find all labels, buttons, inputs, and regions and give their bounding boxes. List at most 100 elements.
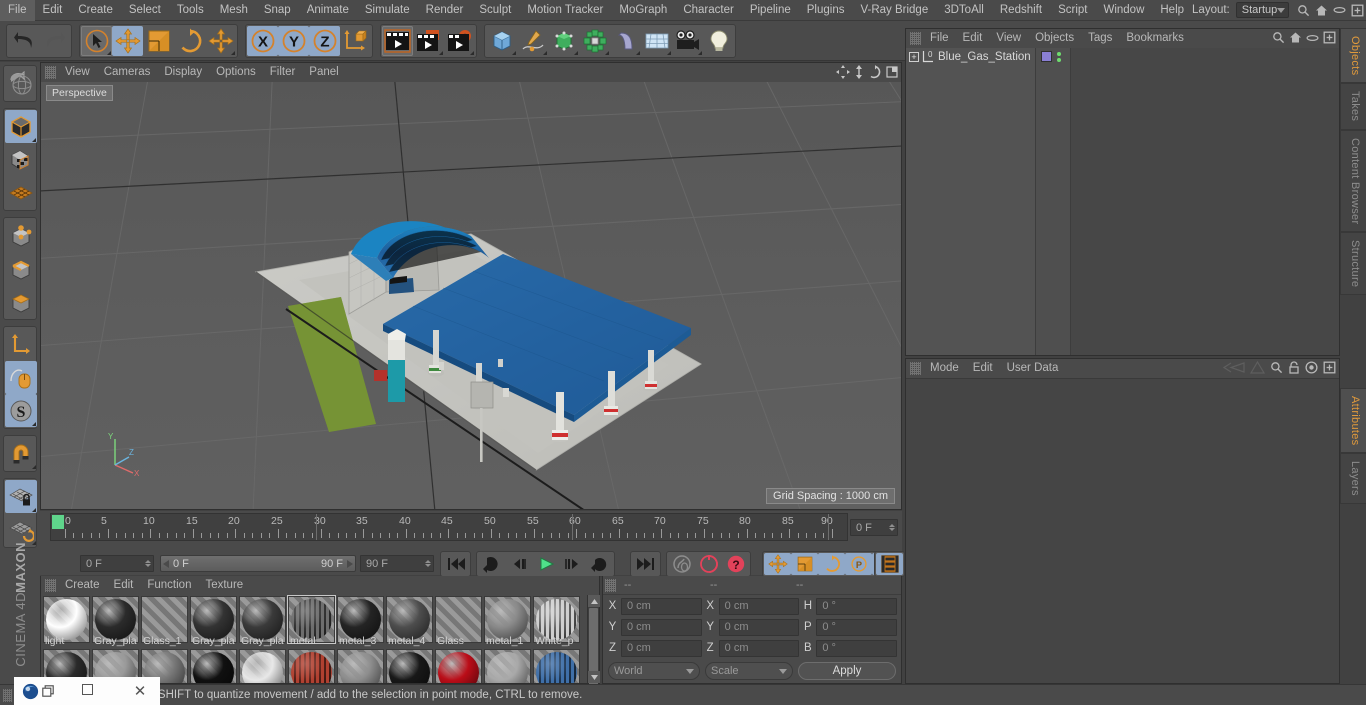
material-cell[interactable]: metal_4 bbox=[386, 596, 435, 648]
record-active-objects-button[interactable] bbox=[668, 553, 695, 575]
camera-button[interactable] bbox=[672, 26, 703, 56]
menu-item-help[interactable]: Help bbox=[1152, 0, 1192, 21]
attributes-menu-user-data[interactable]: User Data bbox=[1000, 359, 1066, 378]
material-cell[interactable] bbox=[239, 649, 288, 683]
workplane-button[interactable]: S bbox=[5, 394, 37, 427]
undo-button[interactable] bbox=[8, 26, 39, 56]
viewport-menu-options[interactable]: Options bbox=[209, 63, 263, 82]
pill-icon[interactable] bbox=[1306, 33, 1319, 43]
previous-frame-button[interactable] bbox=[505, 553, 532, 575]
scroll-down-icon[interactable] bbox=[588, 671, 600, 683]
bend-deformer-button[interactable] bbox=[610, 26, 641, 56]
material-grid[interactable]: light Gray_pla Glass_1 Gray_pla Gray_pla meta… bbox=[41, 595, 587, 683]
menu-item-character[interactable]: Character bbox=[675, 0, 742, 21]
texture-mode-button[interactable] bbox=[5, 143, 37, 176]
panel-grip-icon[interactable] bbox=[910, 362, 921, 375]
panel-grip-icon[interactable] bbox=[45, 66, 56, 79]
tab-layers[interactable]: Layers bbox=[1340, 453, 1366, 505]
material-cell[interactable]: Gray_pla bbox=[92, 596, 141, 648]
material-cell[interactable]: metal_1 bbox=[484, 596, 533, 648]
stepper-arrows-icon[interactable] bbox=[145, 560, 151, 567]
play-forwards-button[interactable] bbox=[532, 553, 559, 575]
current-frame-field-right[interactable]: 0 F bbox=[850, 519, 898, 536]
material-cell[interactable]: light bbox=[43, 596, 92, 648]
menu-item-window[interactable]: Window bbox=[1095, 0, 1152, 21]
material-cell[interactable] bbox=[435, 649, 484, 683]
redo-button[interactable] bbox=[39, 26, 70, 56]
move-tool-button[interactable] bbox=[112, 25, 143, 56]
menu-item-redshift[interactable]: Redshift bbox=[992, 0, 1050, 21]
edges-mode-button[interactable] bbox=[5, 252, 37, 285]
range-right-arrow-icon[interactable] bbox=[347, 559, 353, 568]
material-menu-function[interactable]: Function bbox=[140, 576, 198, 595]
keyframe-selection-button[interactable]: ? bbox=[722, 553, 749, 575]
enable-snapping-button[interactable] bbox=[5, 437, 37, 470]
material-cell[interactable] bbox=[337, 649, 386, 683]
object-tree-name-column[interactable]: + 0 Blue_Gas_Station bbox=[906, 48, 1036, 355]
rot-p-field[interactable]: 0 ° bbox=[816, 618, 898, 636]
material-cell[interactable]: metal bbox=[287, 595, 337, 648]
object-menu-edit[interactable]: Edit bbox=[956, 29, 990, 48]
restore-window-icon[interactable] bbox=[42, 685, 54, 697]
material-cell[interactable]: Gray_pla bbox=[190, 596, 239, 648]
viewport-3d-scene[interactable] bbox=[41, 82, 901, 509]
coordinate-system-dropdown[interactable]: World bbox=[608, 662, 700, 680]
move-alt-tool-button[interactable] bbox=[205, 26, 236, 56]
stepper-arrows-icon[interactable] bbox=[889, 524, 895, 531]
pill-icon[interactable] bbox=[1333, 5, 1346, 15]
editor-visibility-dot[interactable] bbox=[1057, 51, 1061, 56]
timeline-playhead[interactable] bbox=[52, 515, 64, 529]
viewport-canvas[interactable]: Perspective Grid Spacing : 1000 cm Y X Z bbox=[41, 82, 901, 509]
pos-z-field[interactable]: 0 cm bbox=[621, 639, 702, 657]
size-mode-dropdown[interactable]: Scale bbox=[705, 662, 793, 680]
next-attr-icon[interactable] bbox=[1250, 361, 1265, 374]
y-axis-lock-button[interactable]: Y bbox=[278, 25, 309, 56]
attributes-menu-edit[interactable]: Edit bbox=[966, 359, 1000, 378]
new-window-icon[interactable] bbox=[1323, 31, 1336, 44]
lock-icon[interactable] bbox=[1288, 361, 1300, 374]
material-cell[interactable]: Gray_pla bbox=[239, 596, 288, 648]
render-view-button[interactable] bbox=[382, 25, 413, 56]
current-frame-field-left[interactable]: 0 F bbox=[80, 555, 154, 572]
size-y-field[interactable]: 0 cm bbox=[718, 618, 800, 636]
menu-item-snap[interactable]: Snap bbox=[256, 0, 299, 21]
object-menu-tags[interactable]: Tags bbox=[1081, 29, 1119, 48]
search-icon[interactable] bbox=[1272, 31, 1285, 44]
rotate-tool-button[interactable] bbox=[174, 26, 205, 56]
floor-environment-button[interactable] bbox=[641, 26, 672, 56]
tab-objects[interactable]: Objects bbox=[1340, 28, 1366, 84]
viewport-solo-button[interactable] bbox=[5, 361, 37, 394]
timeline-ruler[interactable]: 0 5 10 15 20 25 30 35 40 45 50 55 60 65 … bbox=[50, 513, 848, 541]
mograph-cloner-button[interactable] bbox=[579, 26, 610, 56]
search-icon[interactable] bbox=[1270, 361, 1283, 374]
rotate-camera-icon[interactable] bbox=[868, 65, 882, 79]
scale-tool-button[interactable] bbox=[143, 26, 174, 56]
enable-axis-modification-button[interactable] bbox=[5, 328, 37, 361]
pos-x-field[interactable]: 0 cm bbox=[621, 597, 702, 615]
object-menu-file[interactable]: File bbox=[923, 29, 956, 48]
pos-y-field[interactable]: 0 cm bbox=[621, 618, 702, 636]
render-visibility-dot[interactable] bbox=[1057, 57, 1061, 62]
object-menu-view[interactable]: View bbox=[989, 29, 1028, 48]
menu-item-script[interactable]: Script bbox=[1050, 0, 1095, 21]
home-icon[interactable] bbox=[1289, 31, 1302, 44]
object-menu-bookmarks[interactable]: Bookmarks bbox=[1119, 29, 1191, 48]
material-menu-edit[interactable]: Edit bbox=[107, 576, 141, 595]
object-tree-row[interactable]: + 0 Blue_Gas_Station bbox=[906, 48, 1035, 65]
material-menu-texture[interactable]: Texture bbox=[198, 576, 250, 595]
material-cell[interactable] bbox=[190, 649, 239, 683]
material-cell[interactable] bbox=[533, 649, 582, 683]
prev-attr-icon[interactable] bbox=[1223, 361, 1245, 374]
object-menu-objects[interactable]: Objects bbox=[1028, 29, 1081, 48]
target-icon[interactable] bbox=[1305, 361, 1318, 374]
record-parameter-button[interactable]: P bbox=[845, 553, 872, 575]
material-cell[interactable]: metal_3 bbox=[337, 596, 386, 648]
material-cell[interactable] bbox=[288, 649, 337, 683]
spline-pen-button[interactable] bbox=[517, 26, 548, 56]
material-cell[interactable] bbox=[386, 649, 435, 683]
menu-item-vray-bridge[interactable]: V-Ray Bridge bbox=[852, 0, 936, 21]
menu-item-motion-tracker[interactable]: Motion Tracker bbox=[519, 0, 611, 21]
record-scale-button[interactable] bbox=[791, 553, 818, 575]
panel-grip-icon[interactable] bbox=[910, 32, 921, 45]
record-rotation-button[interactable] bbox=[818, 553, 845, 575]
